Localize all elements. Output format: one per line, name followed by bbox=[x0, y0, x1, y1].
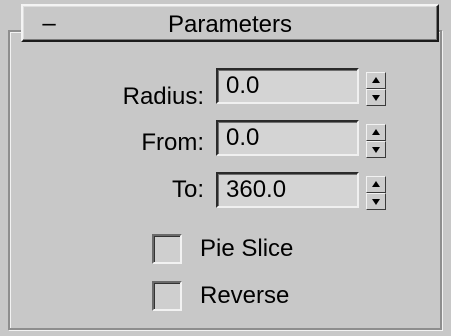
arrow-up-icon bbox=[372, 129, 380, 135]
to-label: To: bbox=[171, 176, 204, 203]
pie-slice-checkbox[interactable] bbox=[152, 234, 182, 264]
radius-spin-up-button[interactable] bbox=[366, 72, 386, 89]
rollout-title: Parameters bbox=[167, 11, 293, 38]
radius-input[interactable] bbox=[216, 68, 359, 104]
radius-spin-down-button[interactable] bbox=[366, 89, 386, 106]
reverse-label[interactable]: Reverse bbox=[200, 281, 289, 311]
from-input[interactable] bbox=[216, 120, 359, 156]
parameters-panel: – Parameters Radius: From: To: Pie Slice… bbox=[0, 0, 451, 336]
to-input[interactable] bbox=[216, 172, 359, 208]
to-spinner[interactable] bbox=[366, 176, 386, 210]
from-label: From: bbox=[141, 129, 204, 156]
from-spin-down-button[interactable] bbox=[366, 141, 386, 158]
arrow-down-icon bbox=[372, 95, 380, 101]
arrow-up-icon bbox=[372, 77, 380, 83]
reverse-checkbox[interactable] bbox=[152, 281, 182, 311]
radius-spinner[interactable] bbox=[366, 72, 386, 106]
from-spin-up-button[interactable] bbox=[366, 124, 386, 141]
to-spin-up-button[interactable] bbox=[366, 176, 386, 193]
arrow-down-icon bbox=[372, 199, 380, 205]
from-spinner[interactable] bbox=[366, 124, 386, 158]
pie-slice-label[interactable]: Pie Slice bbox=[200, 234, 293, 264]
arrow-up-icon bbox=[372, 181, 380, 187]
radius-label: Radius: bbox=[122, 83, 204, 110]
parameters-rollout-header[interactable]: – Parameters bbox=[21, 4, 439, 42]
to-spin-down-button[interactable] bbox=[366, 193, 386, 210]
arrow-down-icon bbox=[372, 147, 380, 153]
